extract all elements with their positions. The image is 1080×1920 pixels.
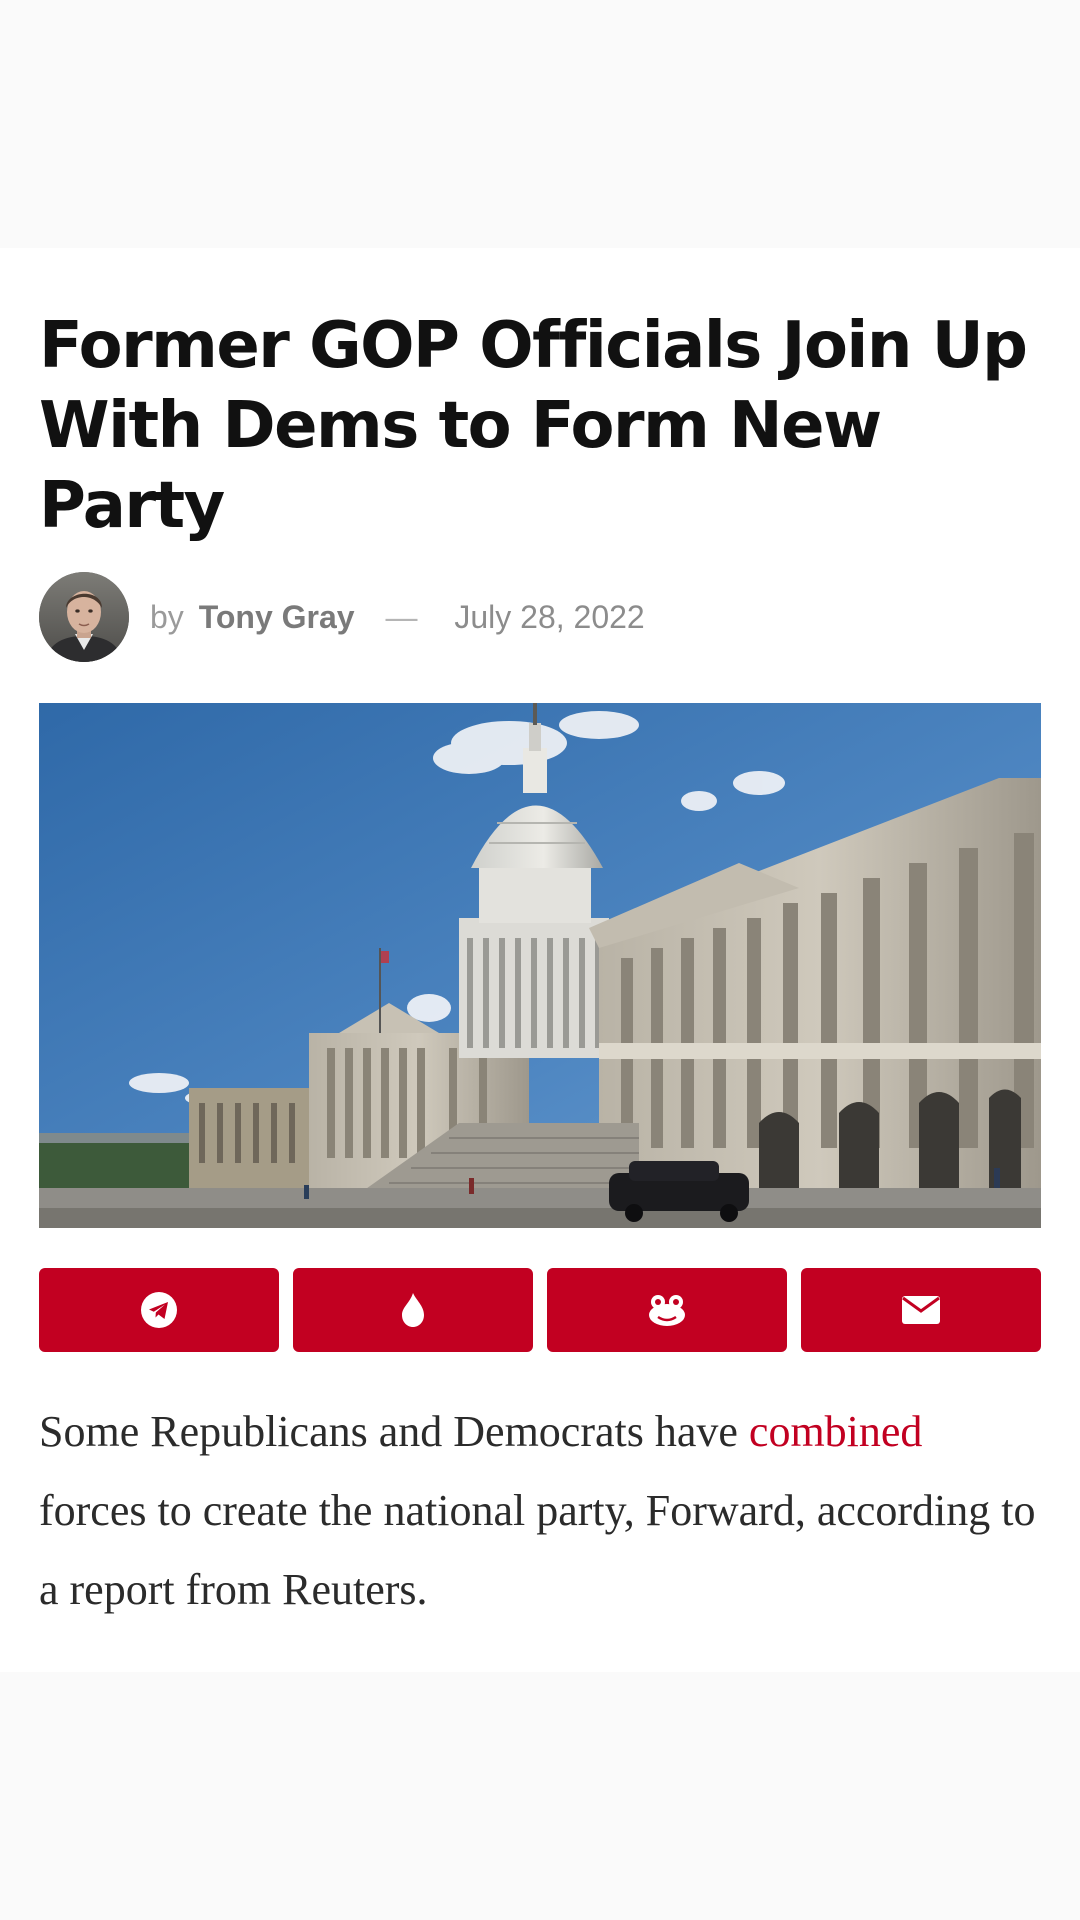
- author-name-link[interactable]: Tony Gray: [199, 599, 355, 635]
- frog-icon: [649, 1295, 685, 1326]
- share-gettr-button[interactable]: [547, 1268, 787, 1352]
- article: Former GOP Officials Join Up With Dems t…: [0, 248, 1080, 1672]
- body-link-combined[interactable]: combined: [749, 1407, 923, 1456]
- share-gab-button[interactable]: [293, 1268, 533, 1352]
- byline-separator: —: [385, 599, 418, 635]
- telegram-icon: [141, 1292, 177, 1328]
- bottom-ad-space: [0, 1672, 1080, 1920]
- byline-text: by Tony Gray — July 28, 2022: [150, 592, 645, 642]
- share-buttons: [39, 1268, 1041, 1352]
- gab-flame-icon: [402, 1293, 424, 1327]
- byline: by Tony Gray — July 28, 2022: [39, 572, 1039, 662]
- author-avatar[interactable]: [39, 572, 129, 662]
- body-text-start: Some Republicans and Democrats have: [39, 1407, 749, 1456]
- post-date: July 28, 2022: [454, 599, 645, 635]
- envelope-icon: [902, 1296, 940, 1324]
- body-text-end: forces to create the national party, For…: [39, 1486, 1036, 1614]
- hero-image-capitol: [39, 703, 1041, 1228]
- share-email-button[interactable]: [801, 1268, 1041, 1352]
- top-ad-space: [0, 0, 1080, 248]
- share-telegram-button[interactable]: [39, 1268, 279, 1352]
- article-title: Former GOP Officials Join Up With Dems t…: [39, 309, 1028, 543]
- article-body: Some Republicans and Democrats have comb…: [39, 1392, 1039, 1629]
- by-label: by: [150, 599, 184, 635]
